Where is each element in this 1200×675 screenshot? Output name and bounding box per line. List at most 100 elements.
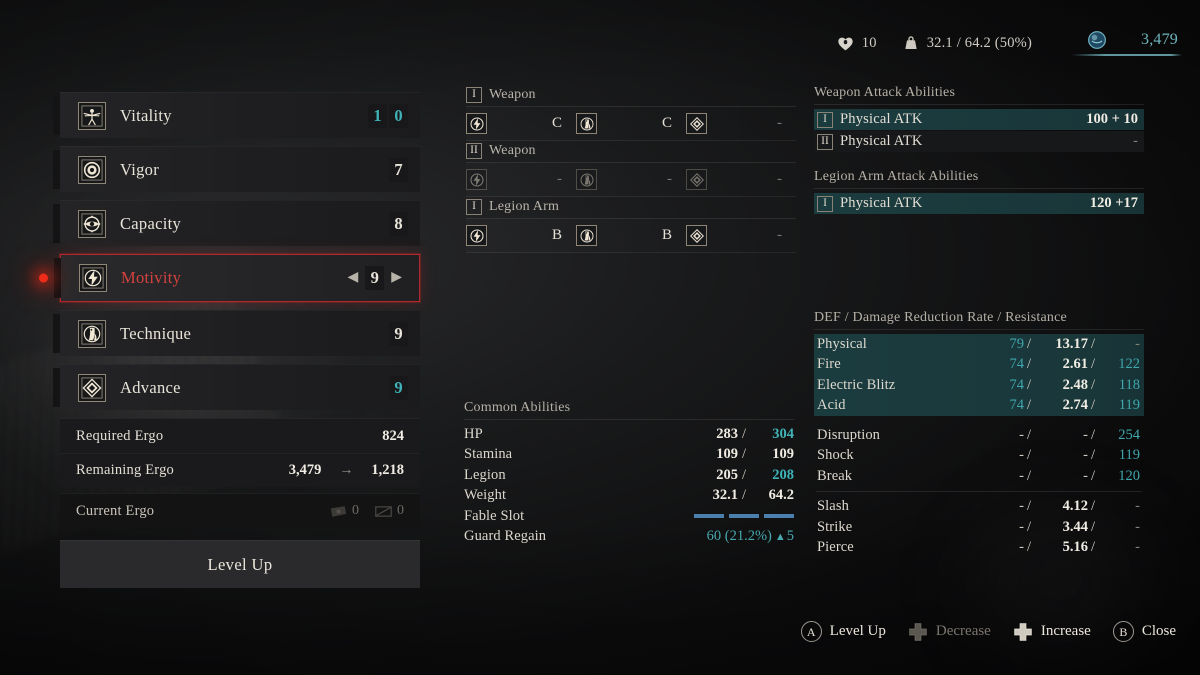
attack-value: 120 +17 bbox=[1089, 195, 1138, 211]
scaling-cell-technique: B bbox=[576, 225, 686, 246]
separator: / bbox=[1090, 335, 1095, 352]
ability-label: HP bbox=[464, 425, 483, 442]
vigor-icon bbox=[78, 155, 106, 184]
defense-label: Break bbox=[817, 467, 853, 484]
guard-regain-value: 60 (21.2%) bbox=[706, 528, 772, 545]
button-a-icon: A bbox=[800, 621, 822, 642]
heart-icon bbox=[838, 37, 853, 50]
button-prompt-bar: A Level Up Decrease Increase B Close bbox=[800, 621, 1176, 642]
stat-label: Vitality bbox=[120, 105, 172, 125]
stat-label: Technique bbox=[120, 323, 192, 343]
ergo-fragment-icon bbox=[375, 505, 392, 517]
scaling-cell-advance: - bbox=[686, 225, 796, 246]
scaling-grade: C bbox=[661, 115, 672, 131]
ability-current: 32.1 bbox=[712, 487, 738, 504]
defense-panel: DEF / Damage Reduction Rate / Resistance… bbox=[814, 310, 1144, 558]
hud-weight-value: 32.1 / 64.2 (50%) bbox=[926, 34, 1032, 51]
technique-icon bbox=[576, 113, 597, 134]
common-abilities-title: Common Abilities bbox=[464, 400, 794, 420]
prompt-close[interactable]: B Close bbox=[1112, 621, 1176, 642]
defense-resistance-value: 120 bbox=[1118, 467, 1140, 484]
scaling-group-label: Weapon bbox=[489, 86, 536, 102]
common-ability-row-legion: Legion 205 / 208 bbox=[464, 465, 794, 486]
stat-increase-arrow[interactable]: ▶ bbox=[386, 271, 407, 285]
slot-numeral: I bbox=[817, 111, 833, 128]
stat-row-vitality[interactable]: Vitality 1 0 bbox=[53, 92, 420, 138]
defense-label: Pierce bbox=[817, 539, 854, 556]
defense-def-value: 74 bbox=[1009, 356, 1024, 373]
stat-label: Vigor bbox=[120, 159, 160, 179]
ergo-icon bbox=[1088, 31, 1106, 49]
defense-group-gap bbox=[814, 416, 1144, 425]
ability-current: 109 bbox=[716, 446, 738, 463]
separator: / bbox=[1026, 397, 1031, 414]
ability-current: 283 bbox=[716, 425, 738, 442]
prompt-label: Increase bbox=[1040, 623, 1091, 639]
stat-digit: 8 bbox=[389, 211, 408, 236]
remaining-ergo-row: Remaining Ergo 3,479 → 1,218 bbox=[60, 453, 420, 487]
vitruvian-man-icon bbox=[78, 101, 106, 130]
defense-label: Electric Blitz bbox=[817, 376, 896, 393]
ability-separator: / bbox=[741, 466, 747, 483]
separator: / bbox=[1026, 539, 1031, 556]
separator: / bbox=[1090, 539, 1095, 556]
defense-def-value: - bbox=[1019, 426, 1024, 443]
slot-numeral: I bbox=[817, 195, 833, 212]
stat-row-technique[interactable]: Technique 9 bbox=[53, 310, 420, 356]
stat-value-technique: 9 bbox=[389, 321, 408, 346]
separator: / bbox=[1090, 356, 1095, 373]
defense-resistance-value: 118 bbox=[1118, 376, 1140, 393]
defense-reduction-value: 4.12 bbox=[1062, 498, 1088, 515]
stat-row-advance[interactable]: Advance 9 bbox=[53, 364, 420, 410]
scaling-cell-motivity: C bbox=[466, 113, 576, 134]
prompt-level-up[interactable]: A Level Up bbox=[800, 621, 886, 642]
separator: / bbox=[1026, 498, 1031, 515]
prompt-increase[interactable]: Increase bbox=[1013, 622, 1091, 642]
ability-label: Weight bbox=[464, 487, 507, 504]
guard-regain-delta: 5 bbox=[786, 528, 794, 545]
scaling-grade: B bbox=[661, 227, 672, 243]
stat-decrease-arrow[interactable]: ◀ bbox=[342, 271, 363, 285]
scaling-grade: - bbox=[777, 227, 782, 243]
defense-label: Fire bbox=[817, 356, 841, 373]
defense-def-value: 74 bbox=[1009, 397, 1024, 414]
attack-abilities-panel: Weapon Attack Abilities I Physical ATK 1… bbox=[814, 85, 1144, 215]
stat-label: Advance bbox=[120, 377, 181, 397]
arrow-right-icon: → bbox=[339, 462, 354, 478]
defense-label: Acid bbox=[817, 397, 846, 414]
remaining-ergo-before: 3,479 bbox=[288, 462, 322, 478]
weapon-attack-row-1: I Physical ATK 100 + 10 bbox=[814, 109, 1144, 130]
scaling-cell-advance: - bbox=[686, 113, 796, 134]
defense-resistance-value: 254 bbox=[1118, 426, 1140, 443]
defense-def-value: - bbox=[1019, 518, 1024, 535]
stat-row-capacity[interactable]: Capacity 8 bbox=[53, 200, 420, 246]
stat-digit: 0 bbox=[389, 103, 408, 128]
capacity-icon bbox=[78, 209, 106, 238]
separator: / bbox=[1090, 498, 1095, 515]
slot-numeral: I bbox=[466, 86, 482, 103]
defense-resistance-value: - bbox=[1135, 539, 1140, 556]
defense-resistance-value: - bbox=[1135, 498, 1140, 515]
increase-arrow-icon: ▲ bbox=[774, 531, 786, 544]
stat-row-vigor[interactable]: Vigor 7 bbox=[53, 146, 420, 192]
defense-def-value: 79 bbox=[1009, 335, 1024, 352]
common-ability-row-guard-regain: Guard Regain 60 (21.2%) ▲5 bbox=[464, 527, 794, 548]
legion-attack-title: Legion Arm Attack Abilities bbox=[814, 169, 1144, 189]
attack-label: Physical ATK bbox=[840, 133, 923, 149]
stat-row-motivity[interactable]: Motivity ◀ 9 ▶ bbox=[39, 254, 420, 302]
level-up-button[interactable]: Level Up bbox=[60, 540, 420, 588]
stat-list: Vitality 1 0 Vigor 7 Capacity 8 Motivity… bbox=[39, 92, 420, 418]
scaling-grade: - bbox=[777, 115, 782, 131]
ergo-chunk-icon bbox=[330, 505, 347, 517]
fable-slot-bar bbox=[764, 514, 794, 519]
hud-ergo-underline bbox=[1072, 54, 1182, 56]
separator: / bbox=[1090, 518, 1095, 535]
stat-value-motivity: ◀ 9 ▶ bbox=[342, 266, 407, 290]
common-abilities-panel: Common Abilities HP 283 / 304 Stamina 10… bbox=[464, 400, 794, 547]
stat-value-vitality: 1 0 bbox=[368, 103, 408, 128]
separator: / bbox=[1026, 376, 1031, 393]
defense-reduction-value: 2.48 bbox=[1062, 376, 1088, 393]
separator: / bbox=[1090, 397, 1095, 414]
ergo-panel: Required Ergo 824 Remaining Ergo 3,479 →… bbox=[60, 418, 420, 588]
prompt-decrease[interactable]: Decrease bbox=[908, 622, 991, 642]
